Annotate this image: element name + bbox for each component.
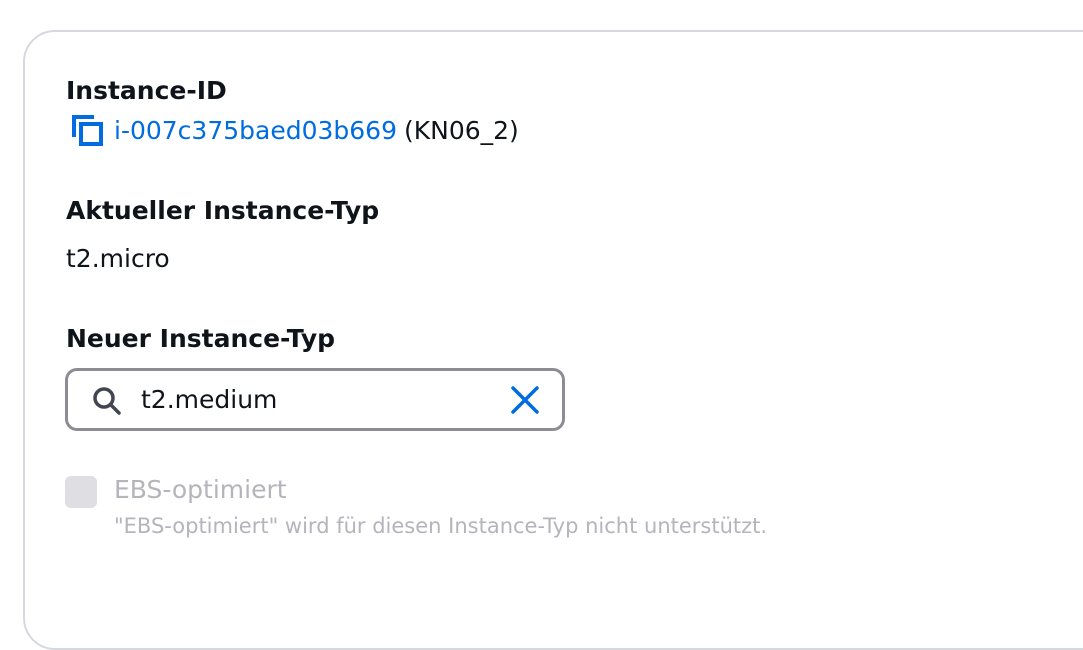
ebs-optimized-label: EBS-optimiert xyxy=(114,475,287,504)
instance-type-search[interactable] xyxy=(65,368,565,431)
ebs-optimized-checkbox[interactable] xyxy=(65,476,97,508)
copy-icon[interactable] xyxy=(70,113,106,149)
instance-id-label: Instance-ID xyxy=(66,76,227,105)
current-type-label: Aktueller Instance-Typ xyxy=(66,196,380,225)
ebs-optimized-description: "EBS-optimiert" wird für diesen Instance… xyxy=(114,514,768,538)
instance-id-row: i-007c375baed03b669 (KN06_2) xyxy=(70,114,519,148)
current-type-value: t2.micro xyxy=(66,244,170,273)
instance-name: (KN06_2) xyxy=(403,116,519,145)
search-input[interactable] xyxy=(141,379,481,419)
search-icon xyxy=(93,387,121,415)
instance-id-link[interactable]: i-007c375baed03b669 xyxy=(114,116,397,146)
close-icon[interactable] xyxy=(510,385,540,415)
new-type-label: Neuer Instance-Typ xyxy=(66,324,336,353)
